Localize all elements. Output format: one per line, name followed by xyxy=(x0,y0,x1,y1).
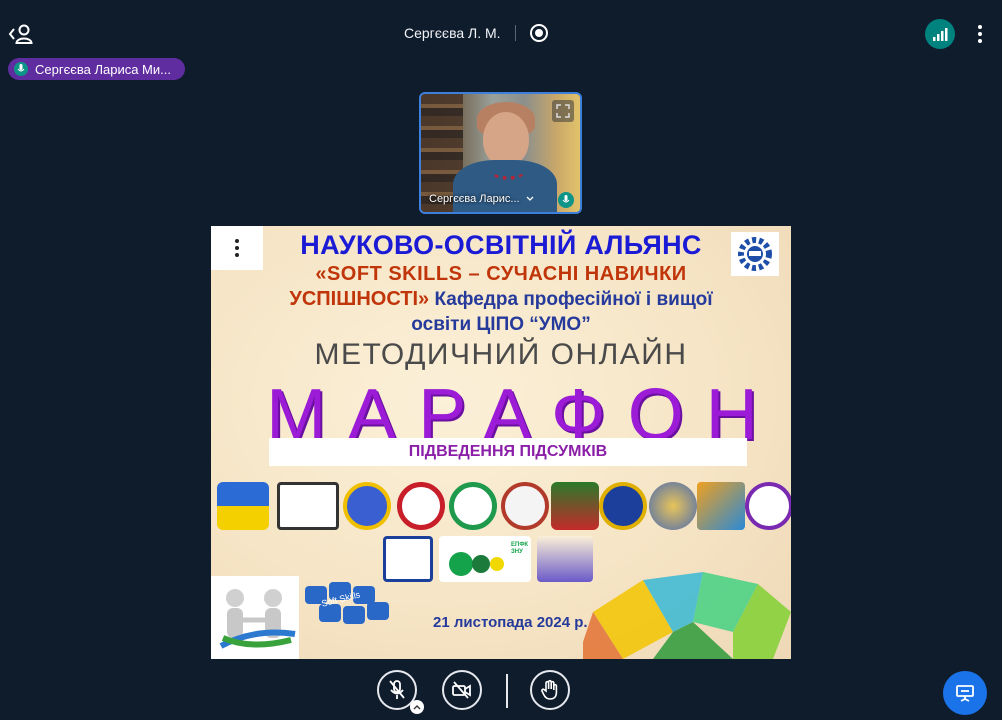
slide-line-3-red: УСПІШНОСТІ» xyxy=(289,288,430,310)
webcam-user-name: Сергєєва Ларис... xyxy=(429,193,520,205)
presentation-button[interactable] xyxy=(943,671,987,715)
partner-logo-icon xyxy=(397,482,445,530)
toggle-camera-button[interactable] xyxy=(442,670,482,710)
users-panel-toggle[interactable] xyxy=(8,22,34,46)
slide-line-4: освіти ЦІПО “УМО” xyxy=(411,314,591,335)
webcam-video[interactable]: Сергєєва Ларис... xyxy=(419,92,582,214)
slide-options-icon[interactable] xyxy=(211,226,263,270)
slide-line-3-blue: Кафедра професійної і вищої xyxy=(429,289,713,310)
connection-status-icon xyxy=(933,28,948,41)
raise-hand-button[interactable] xyxy=(530,670,570,710)
partner-logo-icon xyxy=(343,482,391,530)
gear-logo-icon xyxy=(731,232,779,276)
slide-line-2: «SOFT SKILLS – СУЧАСНІ НАВИЧКИ xyxy=(315,263,687,285)
webcam-microphone-icon xyxy=(558,192,574,208)
camera-off-icon xyxy=(452,681,471,699)
partner-logo-icon xyxy=(501,482,549,530)
slide-date: 21 листопада 2024 р. xyxy=(433,614,588,631)
controls-divider xyxy=(506,674,508,708)
talking-user-name: Сергєєва Лариса Ми... xyxy=(35,61,171,77)
partner-logos-row-1 xyxy=(217,482,791,540)
title-divider xyxy=(514,25,516,41)
partner-logo-icon xyxy=(599,482,647,530)
chevron-down-icon xyxy=(526,196,534,201)
partner-logo-icon xyxy=(217,482,269,530)
meeting-title-bar: Сергєєва Л. М. xyxy=(404,22,548,44)
slide-line-1: НАУКОВО-ОСВІТНІЙ АЛЬЯНС xyxy=(300,230,702,260)
microphone-muted-icon xyxy=(389,680,405,699)
webcam-user-label[interactable]: Сергєєва Ларис... xyxy=(429,190,569,208)
soft-skills-illustration: Soft Skills xyxy=(211,576,397,659)
webcam-person-necklace xyxy=(491,162,525,180)
microphone-icon xyxy=(14,62,28,76)
more-options-icon[interactable] xyxy=(972,20,988,48)
partner-logo-icon xyxy=(277,482,339,530)
talking-indicator[interactable]: Сергєєва Лариса Ми... xyxy=(8,58,185,80)
partner-logo-icon xyxy=(697,482,745,530)
users-panel-icon xyxy=(8,24,33,44)
slide-line-3: УСПІШНОСТІ» Кафедра професійної і вищої xyxy=(211,288,791,311)
webcam-person-face xyxy=(483,112,529,166)
recording-indicator-icon[interactable] xyxy=(529,24,548,42)
partner-logo-icon xyxy=(551,482,599,530)
partner-logo-icon xyxy=(745,482,791,530)
presentation-slide[interactable]: НАУКОВО-ОСВІТНІЙ АЛЬЯНС «SOFT SKILLS – С… xyxy=(211,226,791,659)
geometric-decoration xyxy=(583,572,791,659)
slide-subtitle: ПІДВЕДЕННЯ ПІДСУМКІВ xyxy=(269,438,747,466)
partner-logo-icon xyxy=(649,482,697,530)
presentation-icon xyxy=(956,685,974,702)
epfk-label: ЕПФК ЗНУ xyxy=(511,542,529,555)
partner-logo-icon xyxy=(449,482,497,530)
presenter-name: Сергєєва Л. М. xyxy=(404,25,501,41)
audio-settings-chevron-icon[interactable] xyxy=(410,700,424,714)
connection-status-button[interactable] xyxy=(925,19,955,49)
raise-hand-icon xyxy=(541,679,558,700)
fullscreen-icon[interactable] xyxy=(552,100,574,122)
slide-line-5: МЕТОДИЧНИЙ ОНЛАЙН xyxy=(314,338,688,371)
